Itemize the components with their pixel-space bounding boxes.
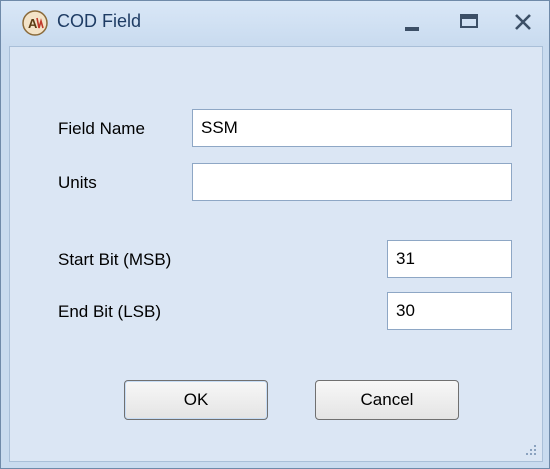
minimize-button[interactable] xyxy=(391,1,435,45)
units-input[interactable] xyxy=(192,163,512,201)
resize-grip-icon[interactable] xyxy=(524,443,538,457)
close-button[interactable] xyxy=(501,1,545,45)
dialog-window: A COD Field Field Name SSM Units Start B… xyxy=(0,0,550,469)
maximize-button[interactable] xyxy=(447,1,491,45)
window-title: COD Field xyxy=(57,11,142,31)
start-bit-input[interactable] xyxy=(387,240,512,278)
units-label: Units xyxy=(58,173,97,192)
start-bit-label: Start Bit (MSB) xyxy=(58,250,172,269)
ok-button[interactable]: OK xyxy=(124,380,268,420)
cancel-button[interactable]: Cancel xyxy=(315,380,459,420)
field-name-input[interactable] xyxy=(192,109,512,147)
end-bit-label: End Bit (LSB) xyxy=(58,302,161,321)
field-name-label: Field Name xyxy=(58,119,145,138)
end-bit-input[interactable] xyxy=(387,292,512,330)
title-bar[interactable]: A COD Field xyxy=(1,1,549,45)
dialog-body: Field Name Units Start Bit (MSB) End Bit… xyxy=(9,46,543,462)
app-logo-icon: A xyxy=(21,9,49,37)
